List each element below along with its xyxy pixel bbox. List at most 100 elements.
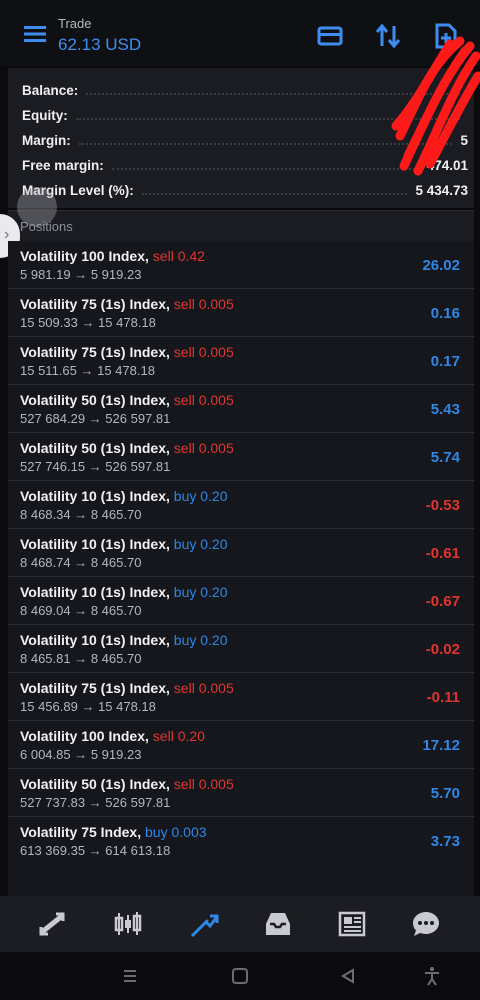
position-profit: -0.02 xyxy=(425,641,460,658)
position-profit: -0.67 xyxy=(425,593,460,610)
menu-icon[interactable] xyxy=(24,26,46,42)
symbol-name: Volatility 50 (1s) Index, xyxy=(20,392,170,408)
new-order-icon[interactable] xyxy=(432,22,460,50)
price-range: 527 746.15 → 526 597.81 xyxy=(20,459,171,474)
positions-list: Volatility 100 Index, sell 0.42 5 981.19… xyxy=(8,241,474,865)
dotted-leader xyxy=(111,168,419,170)
dotted-leader xyxy=(86,93,460,95)
margin-label: Margin: xyxy=(22,132,71,148)
quotes-icon[interactable] xyxy=(36,908,68,940)
order-side: sell 0.005 xyxy=(173,344,234,360)
dotted-leader xyxy=(75,118,460,120)
symbol-name: Volatility 75 Index, xyxy=(20,824,142,840)
system-navigation-bar xyxy=(0,952,480,1000)
order-side: buy 0.20 xyxy=(173,584,228,600)
order-side: sell 0.20 xyxy=(152,728,205,744)
order-side: sell 0.005 xyxy=(173,296,234,312)
screen-title: Trade xyxy=(58,16,92,31)
news-icon[interactable] xyxy=(336,908,368,940)
position-row[interactable]: Volatility 75 (1s) Index, sell 0.005 15 … xyxy=(8,289,474,337)
price-range: 527 737.83 → 526 597.81 xyxy=(20,795,171,810)
symbol-name: Volatility 10 (1s) Index, xyxy=(20,632,170,648)
symbol-name: Volatility 10 (1s) Index, xyxy=(20,488,170,504)
free-margin-label: Free margin: xyxy=(22,157,104,173)
position-profit: 5.70 xyxy=(430,785,460,802)
position-profit: -0.53 xyxy=(425,497,460,514)
position-row[interactable]: Volatility 50 (1s) Index, sell 0.005 527… xyxy=(8,385,474,433)
position-row[interactable]: Volatility 100 Index, sell 0.20 6 004.85… xyxy=(8,721,474,769)
symbol-name: Volatility 10 (1s) Index, xyxy=(20,584,170,600)
history-icon[interactable] xyxy=(262,908,294,940)
dotted-leader xyxy=(78,143,453,145)
margin-level-row: Margin Level (%): 5 434.73 xyxy=(22,178,468,202)
position-row[interactable]: Volatility 10 (1s) Index, buy 0.20 8 468… xyxy=(8,529,474,577)
order-side: buy 0.20 xyxy=(173,536,228,552)
sort-icon[interactable] xyxy=(374,22,402,50)
position-row[interactable]: Volatility 75 (1s) Index, sell 0.005 15 … xyxy=(8,673,474,721)
order-side: buy 0.20 xyxy=(173,632,228,648)
free-margin-value: 474.01 xyxy=(426,157,468,173)
position-row[interactable]: Volatility 50 (1s) Index, sell 0.005 527… xyxy=(8,433,474,481)
position-profit: -0.11 xyxy=(426,689,460,706)
title-block: Trade 62.13 USD xyxy=(58,16,141,56)
free-margin-row: Free margin: 474.01 xyxy=(22,153,468,177)
price-range: 613 369.35 → 614 613.18 xyxy=(20,843,171,858)
position-row[interactable]: Volatility 75 Index, buy 0.003 613 369.3… xyxy=(8,817,474,865)
position-profit: -0.61 xyxy=(425,545,460,562)
position-row[interactable]: Volatility 10 (1s) Index, buy 0.20 8 469… xyxy=(8,577,474,625)
price-range: 8 468.34 → 8 465.70 xyxy=(20,507,142,522)
equity-label: Equity: xyxy=(22,107,68,123)
recent-apps-icon[interactable] xyxy=(120,966,140,986)
positions-header: Positions xyxy=(8,210,474,241)
price-range: 8 465.81 → 8 465.70 xyxy=(20,651,142,666)
back-icon[interactable] xyxy=(338,966,358,986)
position-row[interactable]: Volatility 75 (1s) Index, sell 0.005 15 … xyxy=(8,337,474,385)
position-row[interactable]: Volatility 10 (1s) Index, buy 0.20 8 468… xyxy=(8,481,474,529)
position-profit: 0.16 xyxy=(430,305,460,322)
order-side: sell 0.42 xyxy=(152,248,205,264)
position-row[interactable]: Volatility 100 Index, sell 0.42 5 981.19… xyxy=(8,241,474,289)
symbol-name: Volatility 10 (1s) Index, xyxy=(20,536,170,552)
margin-value: 5 xyxy=(460,132,468,148)
symbol-name: Volatility 100 Index, xyxy=(20,728,149,744)
position-profit: 3.73 xyxy=(430,833,460,850)
price-range: 8 469.04 → 8 465.70 xyxy=(20,603,142,618)
position-profit: 26.02 xyxy=(422,257,460,274)
price-range: 6 004.85 → 5 919.23 xyxy=(20,747,142,762)
symbol-name: Volatility 75 (1s) Index, xyxy=(20,680,170,696)
price-range: 8 468.74 → 8 465.70 xyxy=(20,555,142,570)
position-row[interactable]: Volatility 50 (1s) Index, sell 0.005 527… xyxy=(8,769,474,817)
price-range: 15 509.33 → 15 478.18 xyxy=(20,315,156,330)
list-empty-space xyxy=(8,862,474,896)
order-side: sell 0.005 xyxy=(173,776,234,792)
top-bar: Trade 62.13 USD xyxy=(0,0,480,66)
symbol-name: Volatility 100 Index, xyxy=(20,248,149,264)
position-profit: 5.74 xyxy=(430,449,460,466)
card-icon[interactable] xyxy=(316,22,344,50)
account-summary: Balance: Equity: Margin: 5 Free margin: … xyxy=(8,68,474,208)
messages-icon[interactable] xyxy=(410,908,442,940)
symbol-name: Volatility 75 (1s) Index, xyxy=(20,296,170,312)
chart-icon[interactable] xyxy=(112,908,144,940)
order-side: sell 0.005 xyxy=(173,680,234,696)
dotted-leader xyxy=(141,193,408,195)
balance-row: Balance: xyxy=(22,78,468,102)
position-profit: 5.43 xyxy=(430,401,460,418)
bottom-navigation xyxy=(0,896,480,952)
order-side: buy 0.20 xyxy=(173,488,228,504)
margin-row: Margin: 5 xyxy=(22,128,468,152)
position-profit: 0.17 xyxy=(430,353,460,370)
accessibility-icon[interactable] xyxy=(422,966,442,986)
position-row[interactable]: Volatility 10 (1s) Index, buy 0.20 8 465… xyxy=(8,625,474,673)
symbol-name: Volatility 75 (1s) Index, xyxy=(20,344,170,360)
trade-icon[interactable] xyxy=(188,908,220,940)
margin-level-value: 5 434.73 xyxy=(415,182,468,198)
equity-row: Equity: xyxy=(22,103,468,127)
order-side: buy 0.003 xyxy=(145,824,207,840)
order-side: sell 0.005 xyxy=(173,392,234,408)
touch-indicator xyxy=(17,187,57,227)
balance-label: Balance: xyxy=(22,82,79,98)
symbol-name: Volatility 50 (1s) Index, xyxy=(20,776,170,792)
price-range: 5 981.19 → 5 919.23 xyxy=(20,267,142,282)
home-icon[interactable] xyxy=(230,966,250,986)
